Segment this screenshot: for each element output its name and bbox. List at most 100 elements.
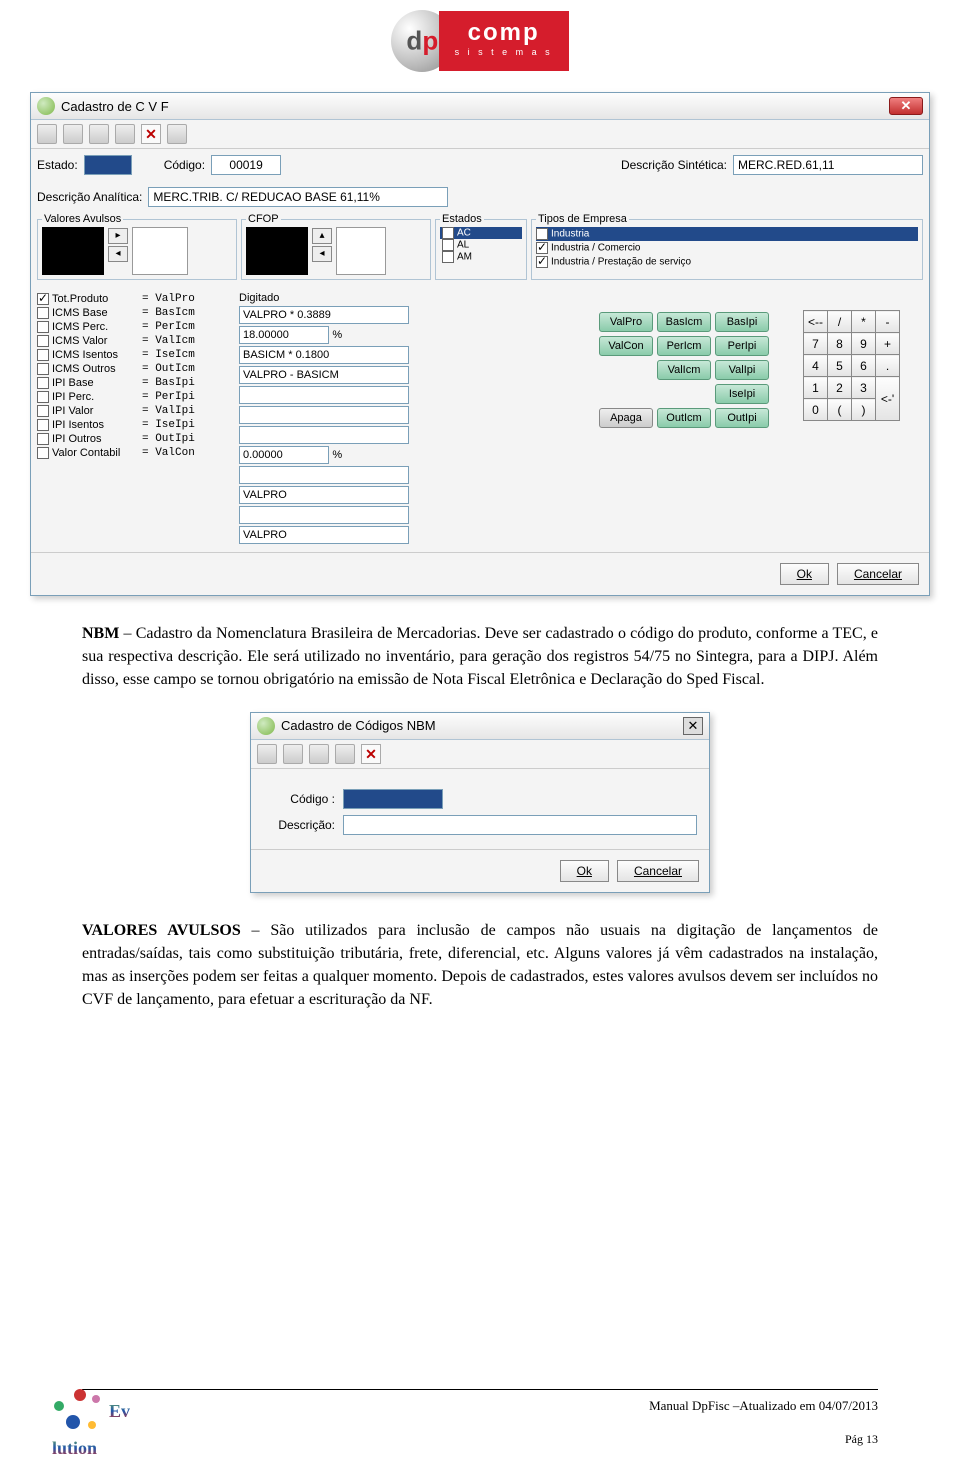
- var-button-valpro[interactable]: ValPro: [599, 312, 653, 332]
- mapping-checkbox[interactable]: [37, 377, 49, 389]
- mapping-name: Tot.Produto: [52, 293, 142, 305]
- keypad-key[interactable]: 6: [852, 355, 876, 377]
- tb2-delete-icon[interactable]: ✕: [361, 744, 381, 764]
- inp-valpro-basicm[interactable]: [239, 366, 409, 384]
- var-button-valipi[interactable]: ValIpi: [715, 360, 769, 380]
- close-button[interactable]: ✕: [889, 97, 923, 115]
- var-button-pericm[interactable]: PerIcm: [657, 336, 711, 356]
- mapping-row: IPI Perc.= PerIpi: [37, 390, 233, 404]
- keypad-key[interactable]: (: [828, 399, 852, 421]
- keypad-key[interactable]: .: [876, 355, 900, 377]
- keypad-key[interactable]: +: [876, 333, 900, 355]
- mapping-checkbox[interactable]: [37, 447, 49, 459]
- mapping-name: IPI Valor: [52, 405, 142, 417]
- keypad-key[interactable]: -: [876, 311, 900, 333]
- inp-11[interactable]: [239, 506, 409, 524]
- keypad-key[interactable]: 5: [828, 355, 852, 377]
- codigo-input[interactable]: [211, 155, 281, 175]
- variable-buttons: ValProBasIcmBasIpiValConPerIcmPerIpiValI…: [597, 292, 797, 546]
- var-button-basipi[interactable]: BasIpi: [715, 312, 769, 332]
- mapping-checkbox[interactable]: [37, 349, 49, 361]
- toolbar-icon-3[interactable]: [89, 124, 109, 144]
- close-button-nbm[interactable]: ✕: [683, 717, 703, 735]
- var-button-basicm[interactable]: BasIcm: [657, 312, 711, 332]
- inp-10[interactable]: [239, 486, 409, 504]
- mapping-checkbox[interactable]: [37, 391, 49, 403]
- keypad-key[interactable]: 9: [852, 333, 876, 355]
- inp-12[interactable]: [239, 526, 409, 544]
- keypad-key[interactable]: 1: [804, 377, 828, 399]
- inp-basicm[interactable]: [239, 346, 409, 364]
- mapping-checkbox[interactable]: [37, 405, 49, 417]
- var-button-peripi[interactable]: PerIpi: [715, 336, 769, 356]
- var-button-outicm[interactable]: OutIcm: [657, 408, 711, 428]
- var-button-outipi[interactable]: OutIpi: [715, 408, 769, 428]
- cfop-move-button[interactable]: ◂: [312, 246, 332, 262]
- cfop-list[interactable]: [246, 227, 308, 275]
- tb2-icon-1[interactable]: [257, 744, 277, 764]
- keypad-key[interactable]: *: [852, 311, 876, 333]
- keypad-key[interactable]: 7: [804, 333, 828, 355]
- chk-industria[interactable]: [536, 228, 548, 240]
- cancel-button[interactable]: Cancelar: [837, 563, 919, 585]
- desc-analitica-input[interactable]: [148, 187, 448, 207]
- inp-9[interactable]: [239, 466, 409, 484]
- inp-pct2[interactable]: [239, 446, 329, 464]
- descricao-nbm-input[interactable]: [343, 815, 697, 835]
- inp-6[interactable]: [239, 406, 409, 424]
- var-button-valicm[interactable]: ValIcm: [657, 360, 711, 380]
- mapping-checkbox[interactable]: [37, 419, 49, 431]
- toolbar-icon-1[interactable]: [37, 124, 57, 144]
- toolbar-delete-icon[interactable]: ✕: [141, 124, 161, 144]
- chk-ac[interactable]: [442, 227, 454, 239]
- mapping-checkbox[interactable]: [37, 321, 49, 333]
- keypad-key[interactable]: 3: [852, 377, 876, 399]
- tb2-icon-3[interactable]: [309, 744, 329, 764]
- mapping-row: ICMS Isentos= IseIcm: [37, 348, 233, 362]
- tipos-list[interactable]: Industria Industria / Comercio Industria…: [536, 227, 918, 269]
- toolbar-icon-2[interactable]: [63, 124, 83, 144]
- ok-button-nbm[interactable]: Ok: [560, 860, 609, 882]
- estados-list[interactable]: AC AL AM: [440, 227, 522, 275]
- keypad-key[interactable]: 8: [828, 333, 852, 355]
- footer-manual-line: Manual DpFisc –Atualizado em 04/07/2013: [82, 1398, 878, 1414]
- keypad-key[interactable]: 2: [828, 377, 852, 399]
- codigo-nbm-input[interactable]: [343, 789, 443, 809]
- keypad-key[interactable]: 0: [804, 399, 828, 421]
- move-left-button[interactable]: ◂: [108, 246, 128, 262]
- tb2-icon-2[interactable]: [283, 744, 303, 764]
- inp-valpro[interactable]: [239, 306, 409, 324]
- mapping-checkbox[interactable]: [37, 433, 49, 445]
- desc-sintetica-input[interactable]: [733, 155, 923, 175]
- var-button-valcon[interactable]: ValCon: [599, 336, 653, 356]
- var-button-iseipi[interactable]: IseIpi: [715, 384, 769, 404]
- move-right-button[interactable]: ▸: [108, 228, 128, 244]
- mapping-checkbox[interactable]: [37, 293, 49, 305]
- chk-am[interactable]: [442, 251, 454, 263]
- chk-ind-comercio[interactable]: [536, 242, 548, 254]
- mapping-checkbox[interactable]: [37, 307, 49, 319]
- valores-selected[interactable]: [132, 227, 188, 275]
- chk-al[interactable]: [442, 239, 454, 251]
- toolbar-icon-4[interactable]: [115, 124, 135, 144]
- inp-5[interactable]: [239, 386, 409, 404]
- mapping-checkbox[interactable]: [37, 335, 49, 347]
- keypad-key[interactable]: 4: [804, 355, 828, 377]
- tb2-icon-4[interactable]: [335, 744, 355, 764]
- keypad-key[interactable]: ): [852, 399, 876, 421]
- mapping-checkbox[interactable]: [37, 363, 49, 375]
- cfop-up-button[interactable]: ▴: [312, 228, 332, 244]
- chk-ind-prestacao[interactable]: [536, 256, 548, 268]
- keypad-key[interactable]: /: [828, 311, 852, 333]
- cfop-selected[interactable]: [336, 227, 386, 275]
- estado-combo[interactable]: [84, 155, 132, 175]
- toolbar-icon-6[interactable]: [167, 124, 187, 144]
- ok-button[interactable]: Ok: [780, 563, 829, 585]
- keypad-key[interactable]: <-': [876, 377, 900, 421]
- keypad-key[interactable]: <--: [804, 311, 828, 333]
- inp-7[interactable]: [239, 426, 409, 444]
- valores-list[interactable]: [42, 227, 104, 275]
- inp-pct1[interactable]: [239, 326, 329, 344]
- cancel-button-nbm[interactable]: Cancelar: [617, 860, 699, 882]
- var-button-apaga[interactable]: Apaga: [599, 408, 653, 428]
